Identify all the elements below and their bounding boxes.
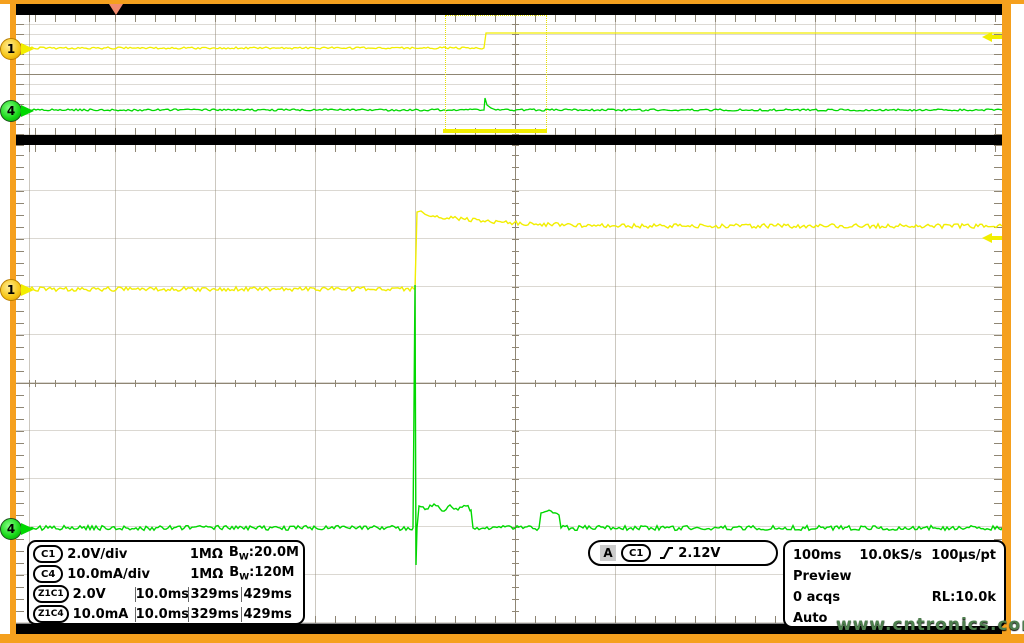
rising-edge-icon bbox=[659, 545, 674, 561]
trigger-a-label: A bbox=[600, 545, 616, 561]
trigger-mode: Auto bbox=[793, 611, 827, 626]
c4-readout-row[interactable]: C4 10.0mA/div 1MΩ BW:120M bbox=[33, 564, 299, 584]
resolution: 100µs/pt bbox=[931, 548, 996, 563]
trace-arrow-icon bbox=[21, 105, 34, 117]
trigger-readout-box[interactable]: A C1 2.12V bbox=[588, 540, 778, 566]
c1-bandwidth: BW:20.0M bbox=[229, 545, 299, 563]
view-separator-bar bbox=[16, 135, 1002, 145]
zoom-reference-arrow-icon bbox=[982, 233, 1002, 243]
channel-badge-c1-main[interactable]: 1 bbox=[0, 279, 22, 301]
sample-rate: 10.0kS/s bbox=[859, 548, 922, 563]
timebase: 100ms bbox=[793, 548, 841, 563]
c1-label[interactable]: C1 bbox=[33, 545, 63, 563]
z1c1-label[interactable]: Z1C1 bbox=[33, 585, 69, 603]
c1-impedance: 1MΩ bbox=[171, 547, 223, 562]
z1c1-readout-row[interactable]: Z1C1 2.0V 10.0ms 329ms 429ms bbox=[33, 584, 299, 604]
trace-arrow-icon bbox=[21, 43, 34, 55]
z1c1-time3: 429ms bbox=[241, 587, 294, 602]
bezel-bottom bbox=[0, 634, 1024, 643]
zoom-window-box[interactable] bbox=[445, 15, 547, 131]
badge-label: 4 bbox=[7, 104, 15, 118]
record-length: RL:10.0k bbox=[932, 590, 996, 605]
badge-label: 1 bbox=[7, 42, 15, 56]
trace-arrow-icon bbox=[21, 284, 34, 296]
channel-readout-box[interactable]: C1 2.0V/div 1MΩ BW:20.0M C4 10.0mA/div 1… bbox=[27, 540, 305, 625]
c4-bandwidth: BW:120M bbox=[229, 565, 294, 583]
z1c4-readout-row[interactable]: Z1C4 10.0mA 10.0ms 329ms 429ms bbox=[33, 604, 299, 624]
acq-status: Preview bbox=[793, 569, 852, 584]
channel-badge-c1-overview[interactable]: 1 bbox=[0, 38, 22, 60]
z1c4-time1: 10.0ms bbox=[135, 607, 188, 622]
c1-scale: 2.0V/div bbox=[67, 547, 171, 562]
overview-graticule bbox=[16, 15, 1002, 135]
badge-label: 1 bbox=[7, 283, 15, 297]
trace-arrow-icon bbox=[21, 523, 34, 535]
trigger-source[interactable]: C1 bbox=[621, 544, 651, 562]
bezel-right bbox=[1002, 4, 1011, 634]
z1c4-scale: 10.0mA bbox=[73, 607, 135, 622]
c4-scale: 10.0mA/div bbox=[67, 567, 171, 582]
z1c1-time2: 329ms bbox=[188, 587, 241, 602]
watermark: www.cntronics.com bbox=[836, 615, 1024, 635]
record-view-bar bbox=[16, 4, 1002, 15]
c4-impedance: 1MΩ bbox=[171, 567, 223, 582]
channel-badge-c4-overview[interactable]: 4 bbox=[0, 100, 22, 122]
z1c4-time2: 329ms bbox=[188, 607, 241, 622]
zoom-window-bar[interactable] bbox=[443, 129, 547, 133]
z1c4-label[interactable]: Z1C4 bbox=[33, 605, 69, 623]
z1c4-time3: 429ms bbox=[241, 607, 294, 622]
acq-count: 0 acqs bbox=[793, 590, 840, 605]
c1-readout-row[interactable]: C1 2.0V/div 1MΩ BW:20.0M bbox=[33, 544, 299, 564]
z1c1-time1: 10.0ms bbox=[135, 587, 188, 602]
trigger-level: 2.12V bbox=[678, 546, 720, 561]
c4-label[interactable]: C4 bbox=[33, 565, 63, 583]
channel-badge-c4-main[interactable]: 4 bbox=[0, 518, 22, 540]
oscilloscope-screen: 1 4 1 4 C1 2.0V/div 1MΩ BW:20.0M C4 10.0… bbox=[0, 0, 1024, 643]
z1c1-scale: 2.0V bbox=[73, 587, 135, 602]
trigger-position-icon[interactable] bbox=[109, 4, 123, 15]
badge-label: 4 bbox=[7, 522, 15, 536]
